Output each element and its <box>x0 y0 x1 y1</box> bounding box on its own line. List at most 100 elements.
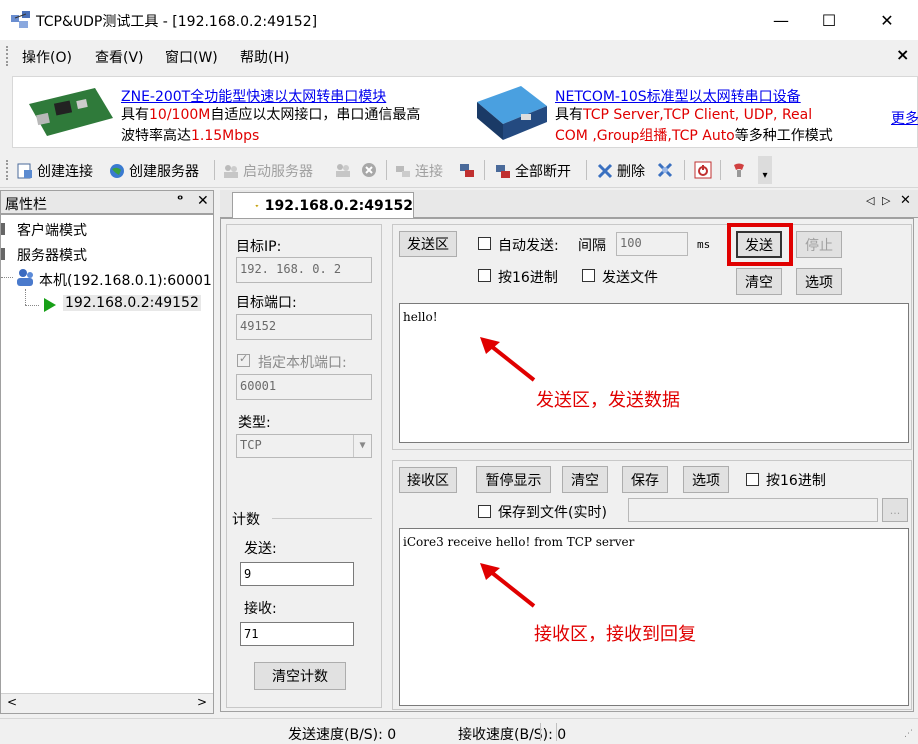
toolbar-separator <box>386 160 387 180</box>
recv-save-button[interactable]: 保存 <box>622 466 668 493</box>
interval-unit: ms <box>697 238 711 251</box>
maximize-button[interactable]: ☐ <box>806 0 852 40</box>
tree-item-remote-connection[interactable]: 192.168.0.2:49152 <box>63 295 201 311</box>
auto-send-checkbox[interactable] <box>478 237 491 250</box>
menu-view[interactable]: 查看(V) <box>95 47 144 67</box>
sidebar-title: 属性栏 <box>5 197 47 213</box>
toolbar-overflow-chevron[interactable]: ▾ <box>758 156 772 184</box>
tab-connection[interactable]: 192.168.0.2:49152 <box>232 192 414 219</box>
stop-button[interactable]: 停止 <box>796 231 842 258</box>
start-server-button[interactable]: 启动服务器 <box>222 161 313 181</box>
menu-window[interactable]: 窗口(W) <box>165 47 218 67</box>
recv-count-field[interactable]: 71 <box>240 622 354 646</box>
send-hex-checkbox[interactable] <box>478 269 491 282</box>
connect-button[interactable]: 连接 <box>394 161 443 181</box>
tree-item-server-mode[interactable]: 服务器模式 <box>17 245 87 265</box>
play-triangle-icon <box>44 298 56 312</box>
ad1-title-link[interactable]: ZNE-200T全功能型快速以太网转串口模块 <box>121 86 386 106</box>
local-port-field[interactable]: 60001 <box>236 374 372 400</box>
interval-field[interactable]: 100 <box>616 232 688 256</box>
send-button[interactable]: 发送 <box>736 231 782 258</box>
send-hex-label: 按16进制 <box>498 270 558 286</box>
send-speed-status: 发送速度(B/S): 0 <box>288 727 397 743</box>
tree-connector <box>1 277 13 278</box>
recv-clear-button[interactable]: 清空 <box>562 466 608 493</box>
toolbar-separator <box>484 160 485 180</box>
status-separator <box>540 723 541 741</box>
disconnect-all-icon <box>496 165 510 178</box>
receive-annotation-arrow <box>480 563 536 608</box>
type-select[interactable]: TCP ▼ <box>236 434 372 458</box>
minimize-button[interactable]: — <box>758 0 804 40</box>
save-file-checkbox[interactable] <box>478 505 491 518</box>
local-port-label: 指定本机端口: <box>258 355 347 371</box>
tab-nav-right-icon[interactable]: ▷ <box>882 194 890 207</box>
scroll-left-arrow-icon[interactable]: < <box>7 695 17 709</box>
save-path-field[interactable] <box>628 498 878 522</box>
send-file-checkbox[interactable] <box>582 269 595 282</box>
create-connection-button[interactable]: 创建连接 <box>16 161 93 181</box>
count-group-label: 计数 <box>232 512 260 528</box>
ad2-line1: 具有TCP Server,TCP Client, UDP, Real <box>555 107 813 123</box>
power-icon[interactable] <box>694 161 712 179</box>
toolbar-grip <box>6 160 10 180</box>
type-label: 类型: <box>238 415 271 431</box>
local-port-checkbox[interactable]: ✓ <box>237 352 250 367</box>
tree-connector <box>25 305 39 306</box>
tree-item-local-host[interactable]: 本机(192.168.0.1):60001 <box>39 270 212 290</box>
disconnect-icon[interactable] <box>458 161 476 179</box>
create-server-button[interactable]: 创建服务器 <box>108 161 199 181</box>
globe-icon <box>110 164 124 178</box>
send-clear-button[interactable]: 清空 <box>736 268 782 295</box>
menu-grip <box>6 46 10 66</box>
target-ip-field[interactable]: 192. 168. 0. 2 <box>236 257 372 283</box>
sent-count-field[interactable]: 9 <box>240 562 354 586</box>
tab-nav-left-icon[interactable]: ◁ <box>866 194 874 207</box>
window-close-button[interactable]: ✕ <box>864 0 910 40</box>
save-file-label: 保存到文件(实时) <box>498 505 607 521</box>
ad2-title-link[interactable]: NETCOM-10S标准型以太网转串口设备 <box>555 86 801 106</box>
resize-grip-icon[interactable]: ⋰ <box>904 729 913 739</box>
target-ip-label: 目标IP: <box>236 239 282 255</box>
receive-annotation-note: 接收区，接收到回复 <box>534 624 696 645</box>
tree-connector <box>25 289 26 305</box>
menu-operate[interactable]: 操作(O) <box>22 47 72 67</box>
pin-icon[interactable]: ᵒ <box>177 193 183 208</box>
tree-node-icon <box>1 248 5 260</box>
send-annotation-arrow <box>480 337 536 382</box>
link-icon[interactable] <box>656 161 674 179</box>
tree-item-client-mode[interactable]: 客户端模式 <box>17 220 87 240</box>
pause-display-button[interactable]: 暂停显示 <box>476 466 551 493</box>
delete-button[interactable]: 删除 <box>596 161 645 181</box>
tree-node-icon <box>1 223 5 235</box>
disconnect-all-button[interactable]: 全部断开 <box>494 161 571 181</box>
sidebar-horizontal-scrollbar[interactable]: < > <box>1 693 213 713</box>
target-port-field[interactable]: 49152 <box>236 314 372 340</box>
mdi-close-button[interactable]: × <box>896 45 909 64</box>
receive-textarea[interactable]: iCore3 receive hello! from TCP server <box>399 528 909 706</box>
ad1-line1: 具有10/100M自适应以太网接口，串口通信最高 <box>121 107 421 123</box>
send-options-button[interactable]: 选项 <box>796 268 842 295</box>
stop-server-icon[interactable] <box>334 161 352 179</box>
title-bar: TCP&UDP测试工具 - [192.168.0.2:49152] — ☐ ✕ <box>0 0 918 40</box>
send-file-label: 发送文件 <box>602 270 658 286</box>
scroll-right-arrow-icon[interactable]: > <box>197 695 207 709</box>
serial-device-image <box>477 86 547 140</box>
target-port-label: 目标端口: <box>236 295 297 311</box>
recv-options-button[interactable]: 选项 <box>683 466 729 493</box>
status-separator <box>556 723 557 741</box>
delete-x-icon <box>597 163 613 179</box>
cancel-circle-icon[interactable] <box>360 161 378 179</box>
more-link[interactable]: 更多 <box>891 108 918 128</box>
clear-count-button[interactable]: 清空计数 <box>254 662 346 690</box>
server-users-icon <box>224 165 238 178</box>
settings-tool-icon[interactable] <box>730 161 748 179</box>
dropdown-arrow-icon: ▼ <box>353 435 371 457</box>
browse-button[interactable]: ... <box>882 498 908 522</box>
sidebar-close-button[interactable]: ✕ <box>197 193 209 209</box>
recv-hex-checkbox[interactable] <box>746 473 759 486</box>
tab-close-button[interactable]: ✕ <box>900 193 911 208</box>
connection-tab-icon <box>255 204 259 208</box>
recv-hex-label: 按16进制 <box>766 473 826 489</box>
menu-help[interactable]: 帮助(H) <box>240 47 289 67</box>
